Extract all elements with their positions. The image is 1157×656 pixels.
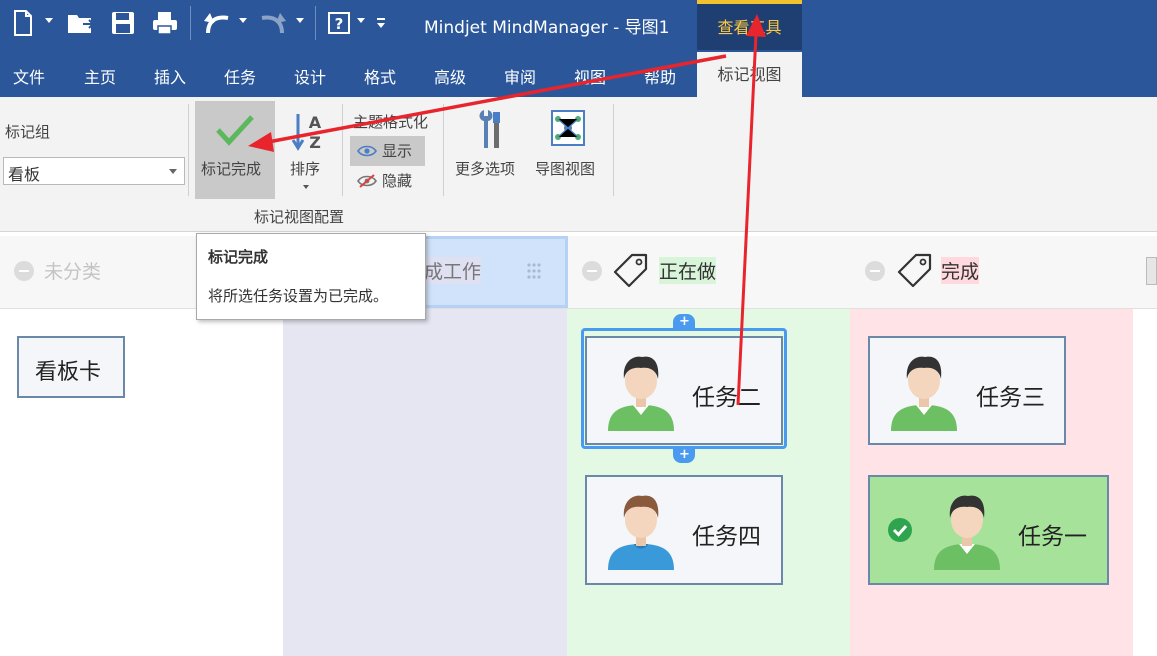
sort-label[interactable]: 排序 — [290, 158, 320, 179]
open-folder-icon[interactable] — [66, 8, 96, 38]
undo-icon[interactable] — [200, 8, 234, 38]
task-card-3-label: 任务三 — [976, 385, 1045, 411]
sort-icon: AZ — [291, 112, 325, 156]
column-header-uncategorized: 未分类 — [44, 261, 102, 283]
help-dropdown-icon[interactable] — [357, 18, 365, 23]
mark-complete-label: 标记完成 — [201, 160, 262, 178]
tooltip-title: 标记完成 — [208, 248, 269, 266]
ribbon-separator — [342, 104, 343, 196]
person-avatar-icon — [887, 351, 961, 435]
collapse-icon[interactable] — [865, 261, 885, 281]
hidden-eye-icon[interactable] — [357, 173, 377, 192]
tooltip-body: 将所选任务设置为已完成。 — [208, 287, 389, 305]
check-circle-icon — [887, 517, 913, 547]
new-dropdown-icon[interactable] — [45, 18, 53, 23]
more-options-label[interactable]: 更多选项 — [455, 158, 515, 179]
ribbon-separator — [188, 104, 189, 196]
tab-home[interactable]: 主页 — [84, 64, 116, 88]
eye-icon — [357, 143, 377, 162]
task-card-2-label: 任务二 — [692, 385, 761, 411]
tab-help[interactable]: 帮助 — [644, 64, 676, 88]
tab-format[interactable]: 格式 — [364, 64, 396, 88]
help-icon[interactable]: ? — [327, 8, 351, 38]
plus-icon: + — [679, 314, 690, 329]
marker-group-select[interactable]: 看板 — [3, 157, 185, 185]
svg-text:?: ? — [335, 15, 344, 33]
checkmark-icon — [215, 113, 255, 151]
person-avatar-icon — [604, 351, 678, 435]
chevron-down-icon — [169, 169, 177, 174]
add-column-button[interactable] — [1146, 257, 1157, 285]
redo-icon[interactable] — [256, 8, 290, 38]
map-view-label[interactable]: 导图视图 — [535, 158, 595, 179]
tab-task[interactable]: 任务 — [224, 64, 256, 88]
task-card-4-label: 任务四 — [692, 524, 761, 550]
column-header-done: 完成 — [941, 257, 980, 284]
tooltip: 标记完成 将所选任务设置为已完成。 — [196, 233, 426, 320]
ribbon-separator — [613, 104, 614, 196]
kanban-card-label: 看板卡 — [35, 360, 102, 385]
ribbon-group-caption: 标记视图配置 — [254, 208, 345, 226]
tab-view[interactable]: 视图 — [574, 64, 606, 88]
person-avatar-icon — [604, 490, 678, 574]
drag-handle-icon[interactable] — [526, 262, 542, 284]
map-view-icon[interactable] — [550, 109, 588, 153]
tab-advanced[interactable]: 高级 — [434, 64, 466, 88]
sort-dropdown-icon[interactable] — [303, 185, 309, 189]
column-header-in-progress: 正在做 — [659, 257, 717, 284]
tab-design[interactable]: 设计 — [294, 64, 326, 88]
column-header-row — [0, 236, 1157, 309]
tag-icon — [612, 252, 650, 294]
svg-text:A: A — [309, 113, 322, 132]
topic-format-label: 主题格式化 — [353, 113, 429, 131]
customize-quick-access-icon[interactable] — [374, 8, 388, 38]
show-label: 显示 — [382, 142, 413, 160]
collapse-icon[interactable] — [582, 261, 602, 281]
toolbar-separator — [315, 6, 316, 40]
ribbon-separator — [443, 104, 444, 196]
context-tab-view-tools[interactable]: 查看工具 — [697, 14, 802, 38]
person-avatar-icon — [930, 490, 1004, 574]
tab-insert[interactable]: 插入 — [154, 64, 186, 88]
hide-label[interactable]: 隐藏 — [382, 170, 412, 191]
tools-icon[interactable] — [476, 108, 504, 156]
toolbar-separator — [190, 6, 191, 40]
collapse-icon[interactable] — [14, 261, 34, 281]
tab-marker-view[interactable]: 标记视图 — [697, 52, 802, 97]
print-icon[interactable] — [150, 8, 180, 38]
tag-icon — [896, 252, 934, 294]
column-work — [283, 309, 567, 656]
context-tab-highlight — [697, 0, 802, 4]
task-card-1-label: 任务一 — [1018, 524, 1087, 550]
marker-group-value: 看板 — [8, 165, 41, 184]
redo-dropdown-icon[interactable] — [296, 18, 304, 23]
save-icon[interactable] — [109, 8, 137, 38]
new-document-icon[interactable] — [10, 8, 36, 38]
column-header-work-label: 成工作 — [424, 257, 482, 284]
tab-review[interactable]: 审阅 — [504, 64, 536, 88]
plus-icon: + — [679, 447, 690, 462]
svg-text:Z: Z — [309, 133, 321, 152]
tab-file[interactable]: 文件 — [13, 64, 45, 88]
window-title: Mindjet MindManager - 导图1 — [424, 18, 670, 38]
undo-dropdown-icon[interactable] — [239, 18, 247, 23]
marker-group-label: 标记组 — [5, 123, 51, 141]
